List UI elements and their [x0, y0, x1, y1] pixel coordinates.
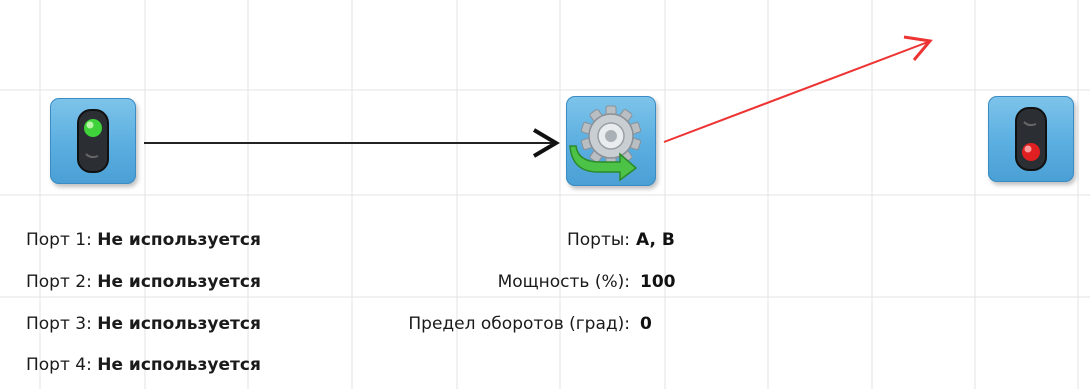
- motor-param-ports-label: Порты:: [566, 230, 630, 250]
- param-value: Не используется: [97, 272, 261, 292]
- motor-param-limit-value: 0: [640, 314, 652, 334]
- traffic-light-green-icon: [77, 109, 109, 173]
- motor-param-power-label: Мощность (%):: [497, 272, 630, 292]
- start-param-port-2: Порт 2: Не используется: [26, 272, 261, 292]
- start-param-port-4: Порт 4: Не используется: [26, 355, 261, 375]
- motor-param-limit-label: Предел оборотов (град):: [408, 314, 630, 334]
- param-value: Не используется: [97, 355, 261, 375]
- end-block[interactable]: [988, 96, 1074, 182]
- param-label: Порт 2:: [26, 272, 92, 292]
- param-label: Порт 3:: [26, 314, 92, 334]
- traffic-light-red-icon: [1015, 107, 1047, 171]
- param-label: Порт 4:: [26, 355, 92, 375]
- param-value: Не используется: [97, 314, 261, 334]
- start-param-port-1: Порт 1: Не используется: [26, 230, 261, 250]
- start-block[interactable]: [50, 98, 136, 184]
- motor-param-ports-value: A, B: [636, 230, 675, 250]
- param-label: Порт 1:: [26, 230, 92, 250]
- pending-connector-arrowhead: [903, 35, 933, 61]
- gear-rotation-icon: [569, 105, 642, 182]
- motor-block[interactable]: [566, 96, 656, 186]
- start-param-port-3: Порт 3: Не используется: [26, 314, 261, 334]
- param-value: Не используется: [97, 230, 261, 250]
- pending-connector-line[interactable]: [663, 41, 929, 143]
- motor-param-power-value: 100: [640, 272, 676, 292]
